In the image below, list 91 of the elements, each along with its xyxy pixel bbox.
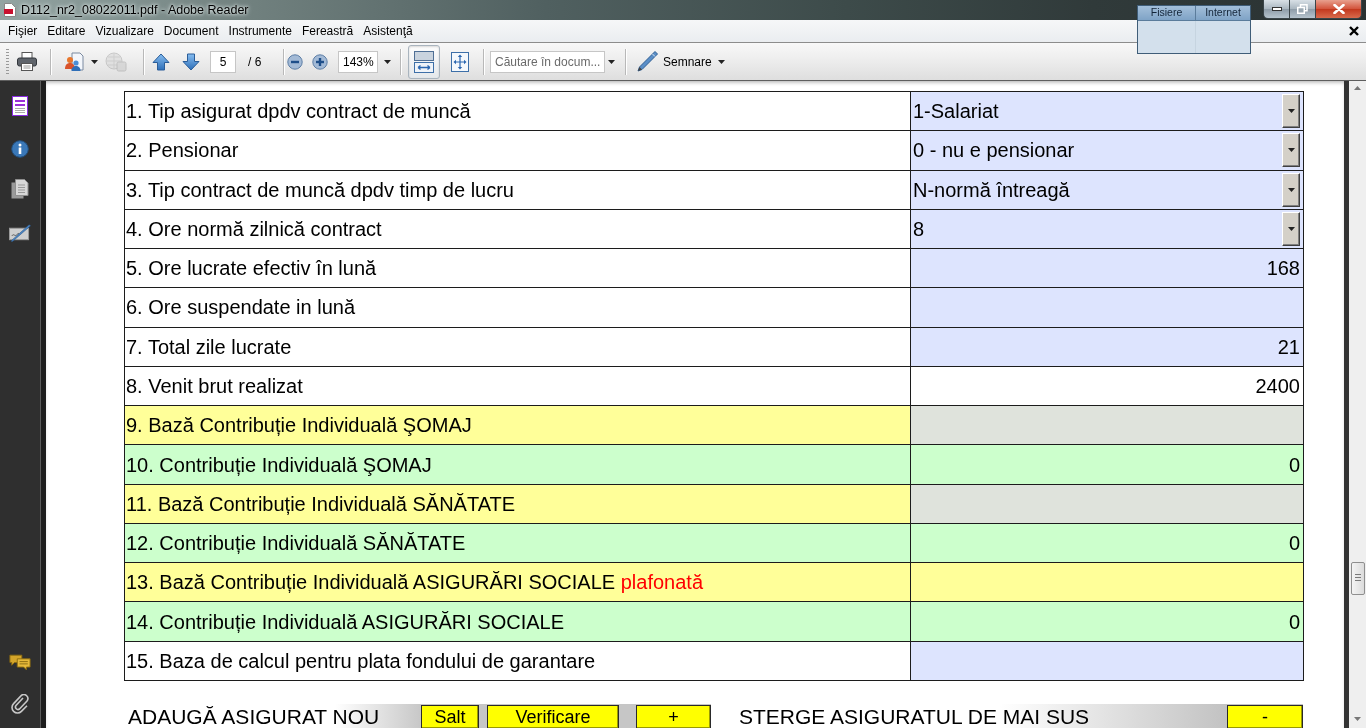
dropdown-button[interactable] [1282, 211, 1300, 246]
paperclip-icon[interactable] [11, 694, 29, 714]
field-label: 4. Ore normă zilnică contract [124, 209, 911, 249]
field-label: 1. Tip asigurat dpdv contract de muncă [124, 91, 911, 131]
dropdown-button[interactable] [1282, 172, 1300, 207]
caret-icon [607, 59, 615, 64]
select-field[interactable]: N-normă întreagă [910, 170, 1304, 210]
restore-icon [1297, 4, 1308, 14]
fit-page-icon [450, 50, 470, 73]
caret-icon [1287, 148, 1295, 153]
form-button[interactable]: Salt [421, 705, 479, 728]
caret-icon [717, 59, 725, 64]
globe-icon [105, 51, 127, 72]
caret-icon [1287, 187, 1295, 192]
pdf-file-icon [4, 3, 16, 17]
documents-icon[interactable] [11, 179, 29, 199]
zoom-in-icon [312, 53, 328, 70]
signature-icon[interactable] [9, 224, 31, 242]
pen-icon [635, 49, 659, 74]
input-field[interactable]: 0 [910, 523, 1304, 563]
search-field[interactable]: Căutare în docum... [490, 50, 605, 73]
field-label: 14. Contribuție Individuală ASIGURĂRI SOCIALE [124, 601, 911, 642]
input-field[interactable] [910, 562, 1304, 602]
field-label: 11. Bază Contribuție Individuală SĂNĂTATE [124, 484, 911, 524]
input-field[interactable]: 2400 [910, 366, 1304, 406]
scrollbar-thumb[interactable] [1350, 562, 1365, 595]
input-field[interactable] [910, 641, 1304, 681]
input-field[interactable]: 168 [910, 248, 1304, 288]
caret-icon [91, 59, 98, 64]
input-field[interactable] [910, 484, 1304, 524]
info-icon[interactable] [11, 140, 29, 158]
column-header: Fisiere [1138, 6, 1196, 20]
caret-icon [1287, 226, 1295, 231]
restore-button[interactable] [1290, 0, 1316, 19]
field-label: 7. Total zile lucrate [124, 327, 911, 367]
sign-button[interactable]: Semnare [633, 46, 727, 77]
scroll-down-icon[interactable] [1354, 717, 1361, 721]
dropdown-button[interactable] [1282, 94, 1300, 129]
page-number-field[interactable]: 5 [210, 50, 236, 73]
section-label: STERGE ASIGURATUL DE MAI SUS [739, 704, 1090, 728]
arrow-down-icon [182, 52, 200, 71]
comments-icon[interactable] [9, 654, 31, 671]
field-label: 3. Tip contract de muncă dpdv timp de lucru [124, 170, 911, 210]
minimize-button[interactable] [1263, 0, 1290, 19]
form-button[interactable]: - [1227, 705, 1303, 728]
caret-icon [1287, 109, 1295, 114]
select-field[interactable]: 8 [910, 209, 1304, 249]
field-label: 13. Bază Contribuție Individuală ASIGURĂRI SOCIALE plafonată [124, 562, 911, 602]
select-field[interactable]: 1-Salariat [910, 91, 1304, 131]
print-icon [17, 52, 37, 71]
field-label: 9. Bază Contribuție Individuală ŞOMAJ [124, 405, 911, 445]
close-icon [1332, 4, 1345, 14]
zoom-out-icon [287, 53, 303, 70]
input-field[interactable] [910, 405, 1304, 445]
menu-item[interactable]: Document [158, 22, 224, 40]
field-label: 8. Venit brut realizat [124, 366, 911, 406]
fit-width-icon [413, 49, 435, 74]
input-field[interactable]: 0 [910, 444, 1304, 485]
menu-item[interactable]: Asistenţă [358, 22, 418, 40]
menu-item[interactable]: Editare [42, 22, 91, 40]
arrow-up-icon [152, 52, 170, 71]
menu-item[interactable]: Fişier [3, 22, 43, 40]
field-label: 15. Baza de calcul pentru plata fondului de garantare [124, 641, 911, 681]
people-icon [64, 51, 84, 72]
menu-item[interactable]: Fereastră [296, 22, 359, 40]
close-button[interactable] [1316, 0, 1362, 19]
page-count: / 6 [248, 53, 263, 71]
field-label: 6. Ore suspendate in lună [124, 287, 911, 328]
page-thumbnails-icon[interactable] [12, 96, 28, 116]
menu-item[interactable]: Vizualizare [90, 22, 159, 40]
dropdown-button[interactable] [1282, 133, 1300, 168]
close-icon[interactable] [1349, 26, 1359, 36]
input-field[interactable] [910, 287, 1304, 328]
column-header: Internet [1204, 6, 1242, 20]
fit-width-button[interactable] [408, 44, 440, 79]
input-field[interactable]: 0 [910, 601, 1304, 642]
window-title: D112_nr2_08022011.pdf - Adobe Reader [21, 1, 249, 19]
form-button[interactable]: + [636, 705, 711, 728]
input-field[interactable]: 21 [910, 327, 1304, 367]
zoom-field[interactable]: 143% [338, 50, 378, 73]
menu-item[interactable]: Instrumente [223, 22, 297, 40]
caret-icon [383, 59, 391, 64]
field-label: 5. Ore lucrate efectiv în lună [124, 248, 911, 288]
field-label: 2. Pensionar [124, 130, 911, 171]
scroll-up-icon[interactable] [1354, 86, 1361, 90]
form-button[interactable]: Verificare [487, 705, 619, 728]
field-label: 10. Contribuție Individuală ŞOMAJ [124, 444, 911, 485]
section-label: ADAUGĂ ASIGURAT NOU [128, 704, 380, 728]
field-label: 12. Contribuție Individuală SĂNĂTATE [124, 523, 911, 563]
select-field[interactable]: 0 - nu e pensionar [910, 130, 1304, 171]
minimize-icon [1271, 7, 1282, 11]
